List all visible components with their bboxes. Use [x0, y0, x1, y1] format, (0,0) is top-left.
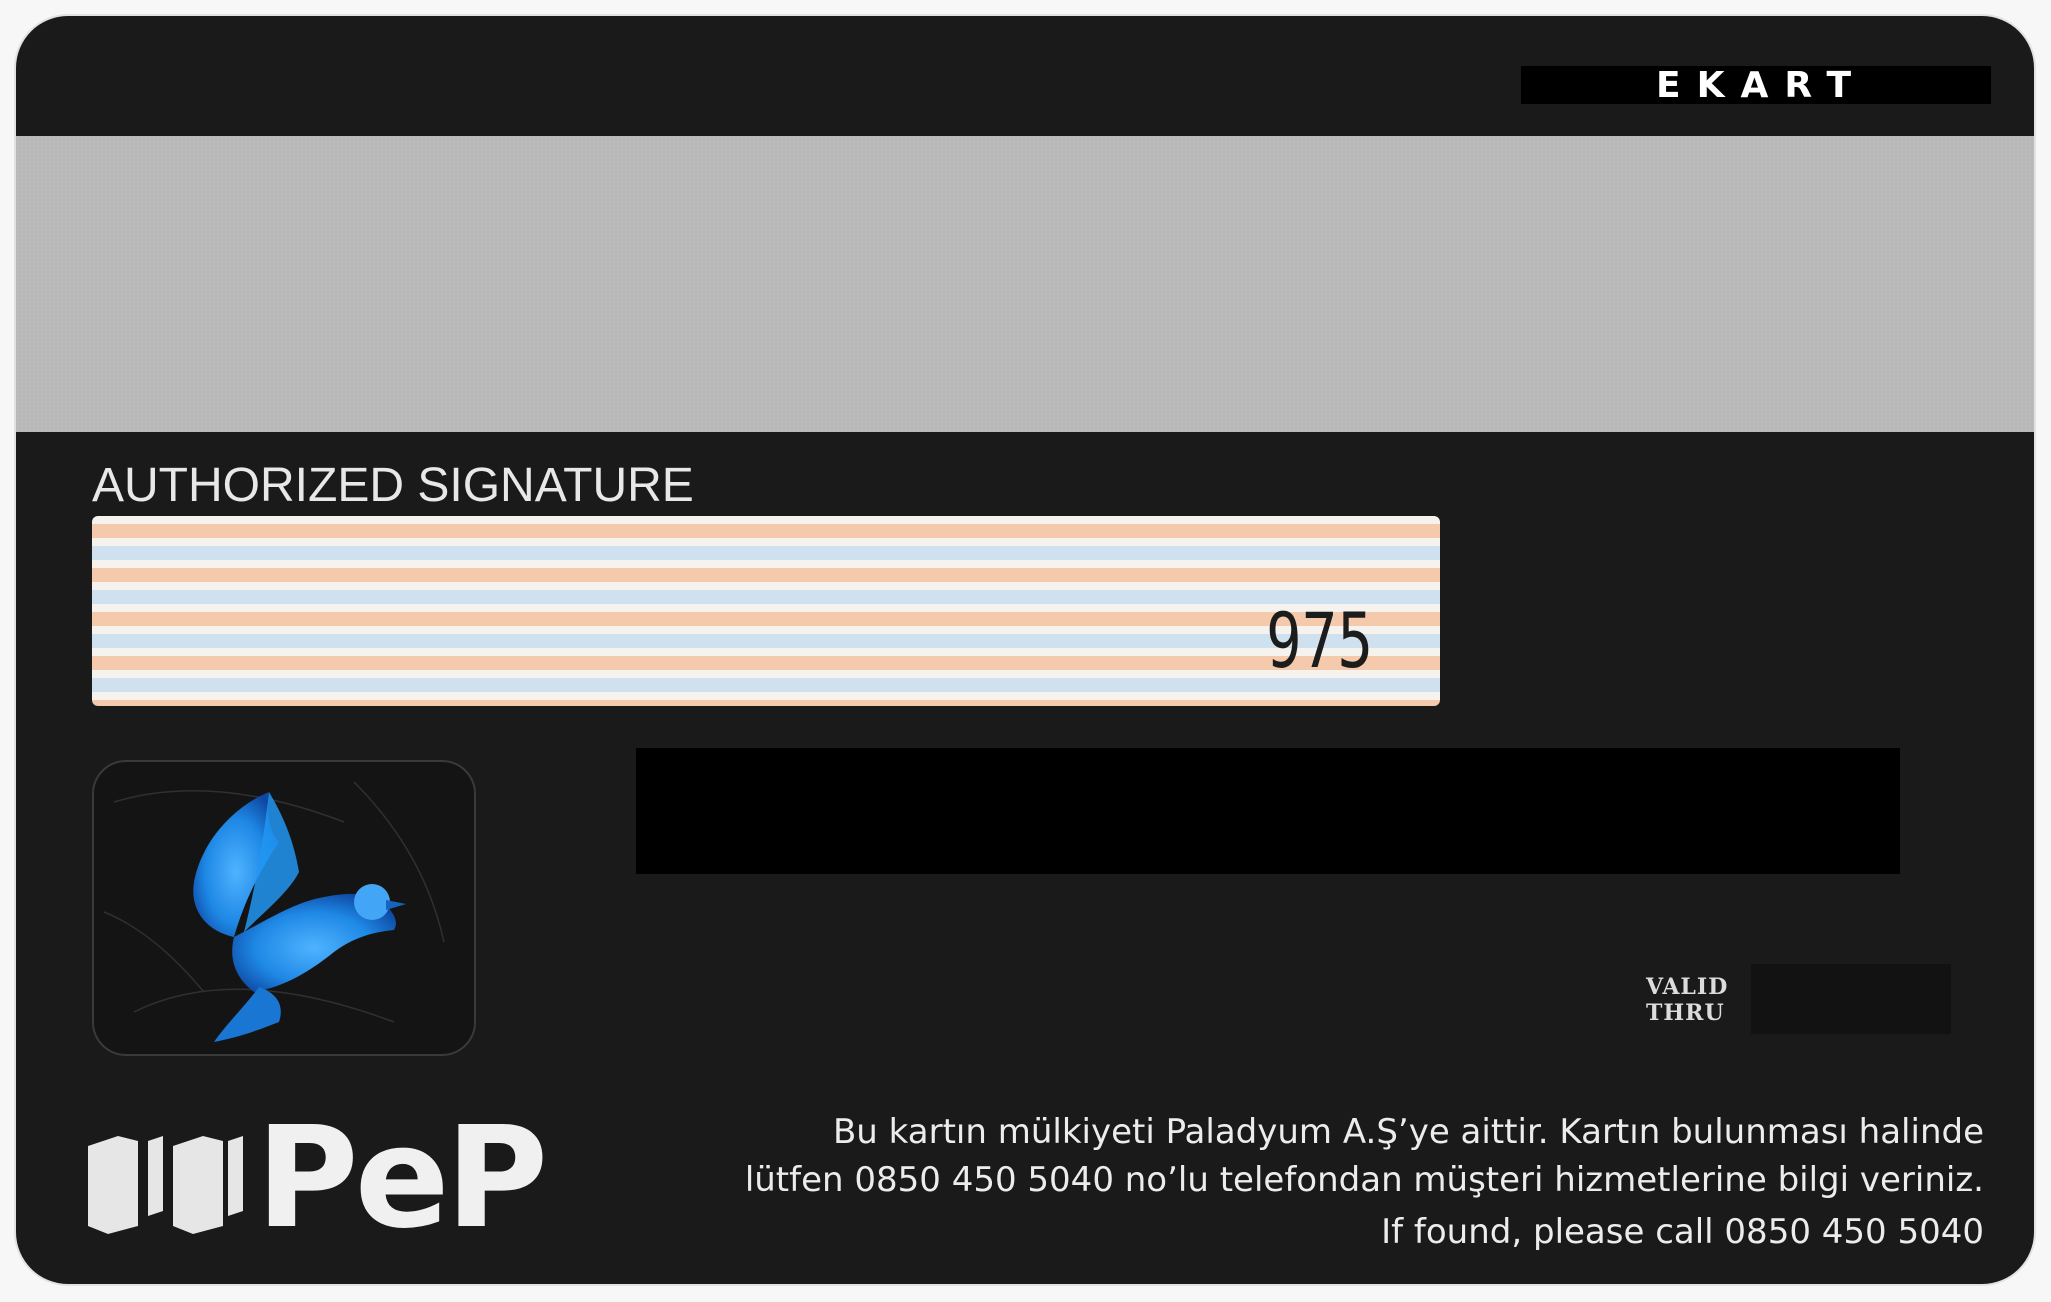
info-line-1: Bu kartın mülkiyeti Paladyum A.Ş’ye aitt…	[832, 1112, 1984, 1152]
ownership-info: Bu kartın mülkiyeti Paladyum A.Ş’ye aitt…	[745, 1108, 1984, 1256]
pep-logo-icon	[88, 1116, 248, 1240]
valid-thru-label: VALID THRU	[1646, 974, 1728, 1026]
info-line-2: lütfen 0850 450 5040 no’lu telefondan mü…	[744, 1160, 1984, 1200]
dove-hologram-icon	[103, 781, 445, 1042]
info-line-3: If found, please call 0850 450 5040	[1381, 1212, 1984, 1252]
card-back: EKART AUTHORIZED SIGNATURE 975 VALID THR…	[16, 16, 2034, 1284]
security-code: 975	[1266, 596, 1374, 685]
ekart-label: EKART	[1656, 65, 1868, 106]
valid-label: VALID	[1646, 974, 1729, 1000]
magnetic-stripe	[16, 136, 2034, 432]
signature-label: AUTHORIZED SIGNATURE	[92, 459, 694, 512]
redacted-card-number	[636, 748, 1900, 874]
redacted-expiry	[1751, 964, 1951, 1034]
pep-logo-text: PeP	[256, 1097, 548, 1260]
signature-panel	[92, 516, 1440, 706]
thru-label: THRU	[1646, 1000, 1725, 1026]
hologram	[92, 760, 476, 1056]
